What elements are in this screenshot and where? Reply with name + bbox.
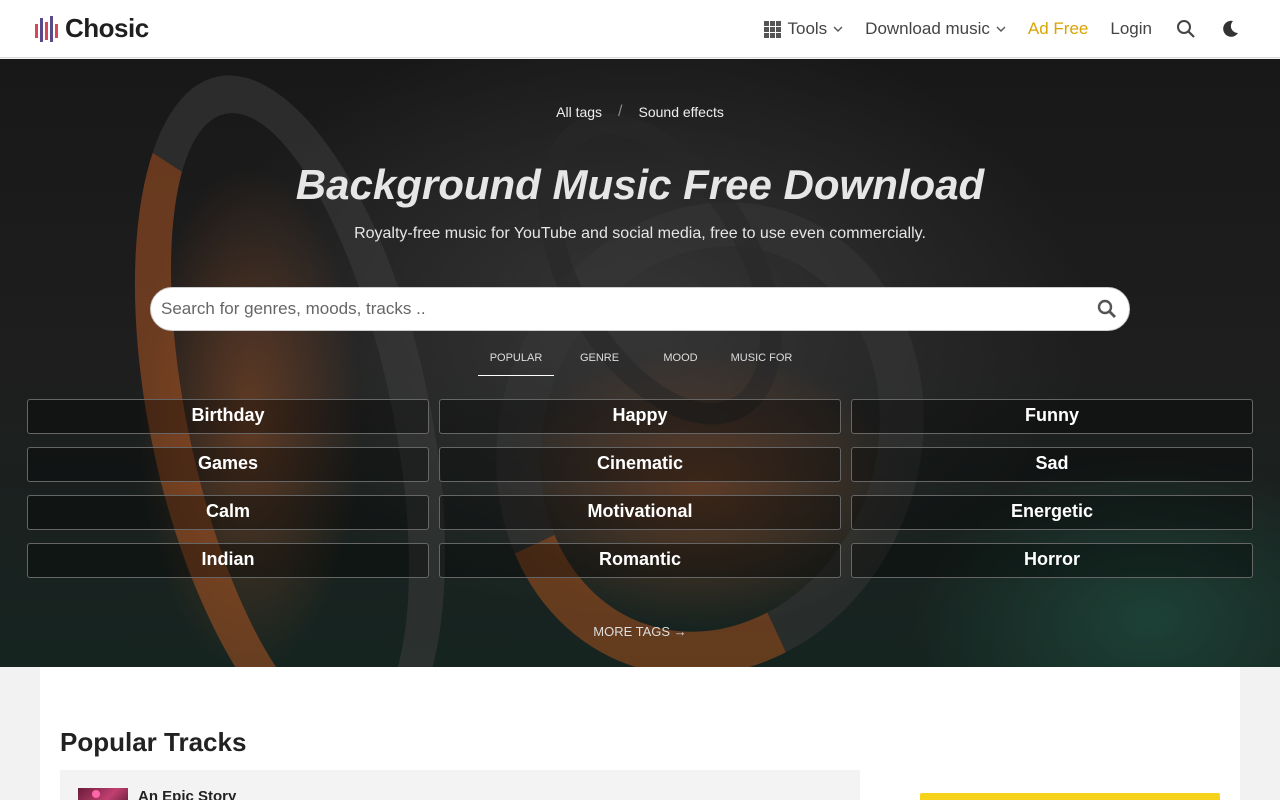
- more-tags-link[interactable]: MORE TAGS →: [0, 624, 1280, 639]
- tag-button[interactable]: Birthday: [27, 399, 429, 434]
- tab-popular[interactable]: POPULAR: [478, 343, 554, 376]
- tools-label: Tools: [787, 19, 828, 38]
- download-music-menu[interactable]: Download music: [865, 19, 1006, 39]
- breadcrumb: All tags / Sound effects: [0, 103, 1280, 121]
- main-content: Popular Tracks An Epic Story: [40, 667, 1240, 800]
- site-header: Chosic Tools Download music Ad Free Logi…: [0, 0, 1280, 58]
- section-title: Popular Tracks: [60, 727, 247, 757]
- tag-button[interactable]: Happy: [439, 399, 841, 434]
- tag-button[interactable]: Cinematic: [439, 447, 841, 482]
- side-banner[interactable]: [920, 793, 1220, 800]
- tag-button[interactable]: Energetic: [851, 495, 1253, 530]
- chevron-down-icon: [833, 26, 843, 32]
- logo-text: Chosic: [65, 12, 149, 43]
- tab-mood[interactable]: MOOD: [640, 343, 721, 376]
- search-bar: [150, 287, 1130, 331]
- tag-button[interactable]: Games: [27, 447, 429, 482]
- moon-icon[interactable]: [1220, 19, 1240, 39]
- search-icon[interactable]: [1176, 19, 1196, 39]
- search-icon[interactable]: [1097, 299, 1117, 319]
- track-title[interactable]: An Epic Story: [138, 788, 236, 800]
- breadcrumb-all-tags[interactable]: All tags: [556, 104, 602, 120]
- ad-free-link[interactable]: Ad Free: [1028, 19, 1088, 39]
- download-music-label: Download music: [865, 19, 990, 38]
- tag-tabs: POPULAR GENRE MOOD MUSIC FOR: [0, 343, 1280, 376]
- search-input[interactable]: [161, 288, 1061, 330]
- tab-music-for[interactable]: MUSIC FOR: [721, 343, 802, 376]
- breadcrumb-separator: /: [618, 103, 623, 120]
- breadcrumb-sound-effects[interactable]: Sound effects: [639, 104, 724, 120]
- page-title: Background Music Free Download: [295, 161, 985, 208]
- tag-button[interactable]: Horror: [851, 543, 1253, 578]
- tag-button[interactable]: Indian: [27, 543, 429, 578]
- tab-genre[interactable]: GENRE: [559, 343, 640, 376]
- tag-button[interactable]: Romantic: [439, 543, 841, 578]
- main-nav: Tools Download music Ad Free Login: [742, 0, 1240, 58]
- hero-section: All tags / Sound effects Background Musi…: [0, 59, 1280, 667]
- tag-button[interactable]: Calm: [27, 495, 429, 530]
- login-link[interactable]: Login: [1110, 19, 1152, 39]
- track-thumbnail[interactable]: [78, 788, 128, 800]
- tag-button[interactable]: Funny: [851, 399, 1253, 434]
- tag-button[interactable]: Sad: [851, 447, 1253, 482]
- tag-button[interactable]: Motivational: [439, 495, 841, 530]
- grid-icon: [764, 20, 782, 38]
- logo[interactable]: Chosic: [34, 12, 149, 44]
- page-subtitle: Royalty-free music for YouTube and socia…: [354, 225, 926, 242]
- chevron-down-icon: [996, 26, 1006, 32]
- tools-menu[interactable]: Tools: [764, 19, 843, 39]
- logo-icon: [35, 16, 58, 42]
- tag-grid: Birthday Happy Funny Games Cinematic Sad…: [27, 399, 1253, 578]
